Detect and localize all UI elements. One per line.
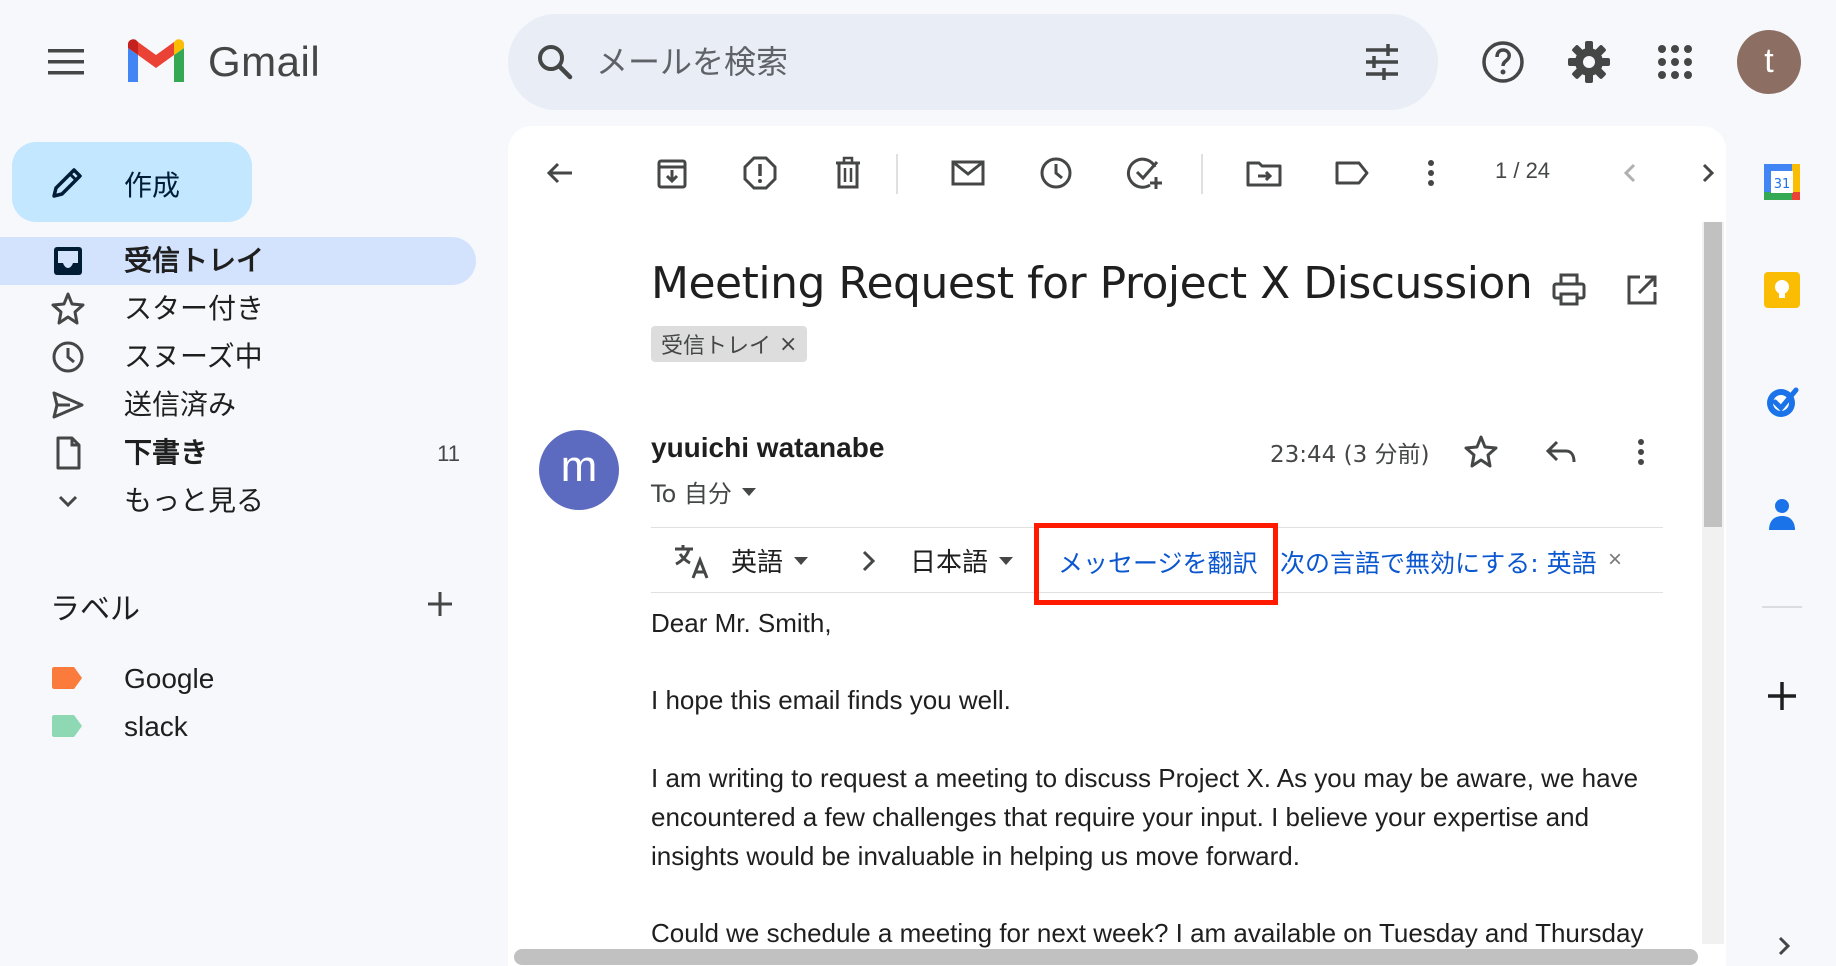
search-options-icon[interactable] — [1360, 40, 1404, 84]
label-tag-icon — [52, 715, 82, 737]
recipient-details[interactable]: To 自分 — [651, 474, 758, 509]
inbox-icon — [48, 241, 88, 281]
labels-heading: ラベル — [50, 592, 140, 627]
trash-icon[interactable] — [828, 153, 868, 193]
older-chevron-right-icon[interactable] — [1688, 153, 1728, 193]
side-panel-divider — [1762, 606, 1802, 608]
recipient-text: To 自分 — [651, 480, 732, 508]
inbox-label-chip: 受信トレイ × — [651, 326, 808, 362]
main-menu-button[interactable] — [44, 44, 92, 80]
search-icon[interactable] — [533, 40, 577, 84]
sender-name[interactable]: yuuichi watanabe — [651, 432, 884, 464]
chevron-down-icon — [48, 481, 88, 521]
help-icon[interactable] — [1479, 38, 1527, 86]
target-language-select[interactable]: 日本語 — [910, 542, 1014, 579]
star-toggle-icon[interactable] — [1461, 432, 1501, 472]
mark-unread-icon[interactable] — [948, 153, 988, 193]
print-icon[interactable] — [1549, 270, 1589, 310]
move-to-icon[interactable] — [1244, 153, 1284, 193]
archive-icon[interactable] — [652, 153, 692, 193]
toolbar-divider — [896, 154, 898, 194]
nav-label-sent: 送信済み — [124, 388, 237, 421]
open-new-window-icon[interactable] — [1622, 270, 1662, 310]
source-language-select[interactable]: 英語 — [731, 542, 809, 579]
caret-down-icon — [794, 556, 809, 565]
chip-label: 受信トレイ — [661, 334, 772, 359]
nav-label-more: もっと見る — [124, 484, 265, 517]
more-vert-icon[interactable] — [1411, 153, 1451, 193]
draft-icon — [48, 433, 88, 473]
report-spam-icon[interactable] — [740, 153, 780, 193]
translate-icon — [671, 540, 713, 582]
send-icon — [48, 385, 88, 425]
keep-icon[interactable] — [1762, 270, 1802, 310]
nav-label-starred: スター付き — [124, 292, 265, 325]
caret-down-icon — [741, 487, 756, 496]
drafts-count: 11 — [437, 441, 460, 466]
label-tag-icon — [52, 667, 82, 689]
toolbar-divider — [1201, 154, 1203, 194]
contacts-icon[interactable] — [1762, 494, 1802, 534]
google-apps-icon[interactable] — [1651, 38, 1699, 86]
label-slack[interactable]: slack — [124, 711, 188, 743]
chevron-right-icon — [852, 542, 886, 580]
calendar-icon[interactable]: 31 — [1762, 162, 1802, 202]
message-more-icon[interactable] — [1621, 432, 1661, 472]
email-subject: Meeting Request for Project X Discussion — [651, 258, 1533, 309]
nav-label-drafts: 下書き — [124, 436, 209, 469]
clock-icon — [48, 337, 88, 377]
app-name: Gmail — [208, 38, 321, 85]
back-arrow-icon[interactable] — [540, 153, 580, 193]
email-timestamp: 23:44 (3 分前) — [1270, 442, 1430, 468]
vertical-scrollbar-thumb[interactable] — [1704, 222, 1722, 527]
body-paragraph: Could we schedule a meeting for next wee… — [651, 918, 1644, 948]
star-icon — [48, 289, 88, 329]
body-paragraph: encountered a few challenges that requir… — [651, 802, 1590, 832]
nav-label-snoozed: スヌーズ中 — [124, 340, 263, 373]
close-translate-bar-icon[interactable]: × — [1608, 546, 1622, 574]
expand-side-panel-icon[interactable] — [1770, 930, 1798, 962]
hamburger-icon — [48, 49, 84, 75]
nav-label-inbox: 受信トレイ — [124, 244, 265, 277]
body-paragraph: I hope this email finds you well. — [651, 685, 1011, 715]
horizontal-scrollbar-thumb[interactable] — [514, 949, 1698, 965]
add-to-tasks-icon[interactable] — [1124, 153, 1164, 193]
gear-icon[interactable] — [1565, 38, 1613, 86]
newer-chevron-left-icon[interactable] — [1610, 153, 1650, 193]
reply-icon[interactable] — [1541, 432, 1581, 472]
get-addons-plus-icon[interactable] — [1762, 676, 1802, 716]
highlight-annotation — [1034, 523, 1278, 605]
pagination-count: 1 / 24 — [1495, 158, 1551, 183]
gmail-logo-icon[interactable] — [124, 38, 188, 86]
body-paragraph: Dear Mr. Smith, — [651, 608, 832, 638]
plus-icon — [428, 592, 452, 616]
label-icon[interactable] — [1332, 153, 1372, 193]
caret-down-icon — [999, 556, 1014, 565]
snooze-clock-icon[interactable] — [1036, 153, 1076, 193]
label-google[interactable]: Google — [124, 663, 214, 695]
disable-translation-link[interactable]: 次の言語で無効にする: 英語 — [1280, 544, 1597, 580]
source-language: 英語 — [731, 548, 784, 578]
body-paragraph: I am writing to request a meeting to dis… — [651, 763, 1639, 793]
compose-label: 作成 — [124, 169, 181, 202]
svg-text:31: 31 — [1774, 177, 1791, 192]
pencil-icon — [48, 162, 88, 202]
account-avatar[interactable]: t — [1737, 30, 1801, 94]
sender-avatar: m — [539, 430, 619, 510]
create-label-button[interactable] — [420, 584, 460, 624]
target-language: 日本語 — [910, 548, 989, 578]
body-paragraph: insights would be invaluable in helping … — [651, 841, 1300, 871]
search-input[interactable] — [596, 38, 1296, 86]
tasks-icon[interactable] — [1762, 382, 1802, 422]
remove-label-icon[interactable]: × — [779, 332, 797, 357]
